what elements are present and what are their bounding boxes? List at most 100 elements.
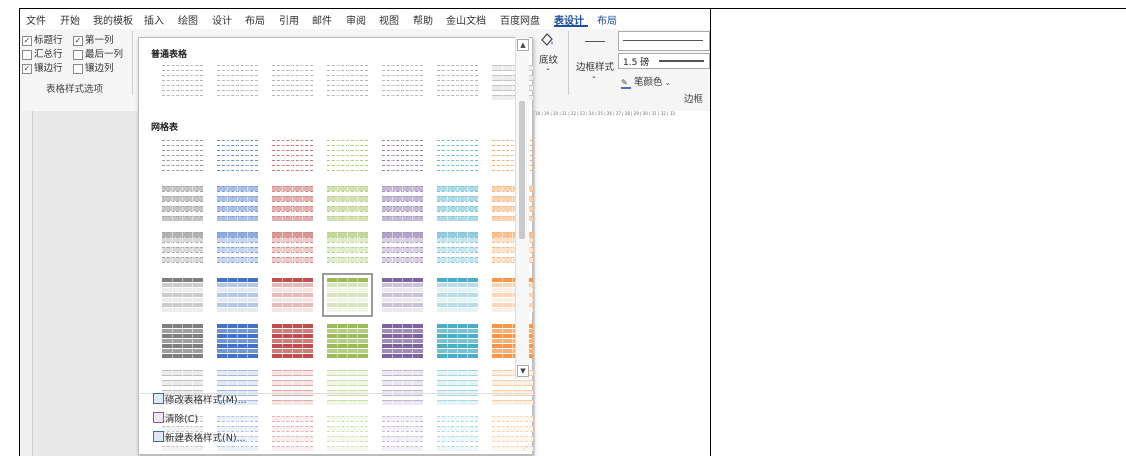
tab-view[interactable]: 视图 [379, 12, 399, 27]
thumb-col-divider [412, 140, 413, 174]
checkbox-checked-icon[interactable]: ✓ [22, 35, 32, 46]
line-style-picker[interactable] [618, 31, 710, 51]
new-table-style-menu-item[interactable]: 新建表格样式(N)... [165, 430, 246, 444]
grid-table-style[interactable] [325, 138, 370, 176]
grid-table-style[interactable] [160, 184, 205, 222]
tab-mailings[interactable]: 邮件 [312, 12, 332, 27]
scroll-up-icon[interactable]: ▲ [517, 39, 529, 51]
grid-table-style[interactable] [435, 368, 480, 406]
scroll-down-icon[interactable]: ▼ [517, 365, 529, 377]
grid-table-style[interactable] [270, 184, 315, 222]
thumb-col-divider [192, 232, 193, 266]
checkbox-unchecked-icon[interactable] [73, 63, 83, 74]
grid-table-style[interactable] [160, 230, 205, 268]
pen-color-button[interactable]: ✎ 笔颜色 ⌄ [621, 74, 671, 89]
modify-table-style-menu-item[interactable]: 修改表格样式(M)... [165, 392, 247, 406]
tab-table-layout[interactable]: 布局 [597, 12, 617, 27]
grid-table-style[interactable] [325, 184, 370, 222]
grid-table-style[interactable] [160, 276, 205, 314]
checkbox-checked-icon[interactable]: ✓ [73, 35, 83, 46]
first-column-option[interactable]: ✓ 第一列 [73, 32, 114, 46]
grid-table-style[interactable] [270, 276, 315, 314]
banded-columns-option[interactable]: 镶边列 [73, 60, 114, 74]
gallery-scrollbar[interactable]: ▲ ▼ [515, 37, 529, 379]
grid-table-style[interactable] [160, 322, 205, 360]
grid-table-style[interactable] [270, 322, 315, 360]
tab-references[interactable]: 引用 [279, 12, 299, 27]
last-column-option[interactable]: 最后一列 [73, 46, 123, 60]
grid-table-style[interactable] [325, 322, 370, 360]
plain-table-style[interactable] [270, 63, 315, 101]
tab-help[interactable]: 帮助 [413, 12, 433, 27]
thumb-col-divider [357, 232, 358, 266]
clear-menu-item[interactable]: 清除(C) [165, 411, 198, 425]
thumb-col-divider [402, 65, 403, 99]
grid-table-style[interactable] [322, 273, 373, 317]
thumb-col-divider [282, 65, 283, 99]
grid-table-style[interactable] [215, 138, 260, 176]
plain-table-style[interactable] [160, 63, 205, 101]
document-page[interactable] [535, 119, 710, 456]
checkbox-unchecked-icon[interactable] [73, 49, 83, 60]
plain-table-style[interactable] [435, 63, 480, 101]
grid-table-style[interactable] [380, 184, 425, 222]
grid-table-style[interactable] [325, 230, 370, 268]
tab-kingsoft-docs[interactable]: 金山文档 [446, 12, 486, 27]
banded-rows-option[interactable]: ✓ 镶边行 [22, 60, 63, 74]
tab-home[interactable]: 开始 [60, 12, 80, 27]
total-row-option[interactable]: 汇总行 [22, 46, 63, 60]
grid-table-style[interactable] [380, 368, 425, 406]
tab-draw[interactable]: 绘图 [178, 12, 198, 27]
thumb-col-divider [337, 370, 338, 404]
tab-layout[interactable]: 布局 [245, 12, 265, 27]
border-styles-dropdown-icon[interactable]: ⌄ [591, 72, 597, 80]
grid-table-style[interactable] [270, 138, 315, 176]
tab-file[interactable]: 文件 [26, 12, 46, 27]
grid-table-style[interactable] [435, 138, 480, 176]
grid-table-style[interactable] [380, 230, 425, 268]
grid-table-style[interactable] [215, 184, 260, 222]
grid-table-style[interactable] [435, 184, 480, 222]
grid-table-style[interactable] [270, 230, 315, 268]
grid-table-style[interactable] [380, 138, 425, 176]
plain-table-style[interactable] [380, 63, 425, 101]
plain-table-style[interactable] [325, 63, 370, 101]
grid-table-style[interactable] [215, 276, 260, 314]
grid-table-style[interactable] [435, 414, 480, 452]
thumb-col-divider [247, 65, 248, 99]
checkbox-unchecked-icon[interactable] [22, 49, 32, 60]
grid-table-style[interactable] [215, 322, 260, 360]
tab-baidu-netdisk[interactable]: 百度网盘 [500, 12, 540, 27]
grid-table-style[interactable] [435, 322, 480, 360]
scroll-thumb[interactable] [519, 101, 525, 239]
checkbox-checked-icon[interactable]: ✓ [22, 63, 32, 74]
header-row-option[interactable]: ✓ 标题行 [22, 32, 63, 46]
border-styles-button[interactable]: 边框样式 [576, 59, 614, 73]
grid-table-style[interactable] [380, 414, 425, 452]
grid-table-style[interactable] [270, 414, 315, 452]
thumb-col-divider [457, 232, 458, 266]
resize-grip-icon[interactable]: ⋰ [523, 443, 530, 451]
grid-table-style[interactable] [325, 414, 370, 452]
plain-table-style[interactable] [215, 63, 260, 101]
grid-table-style[interactable] [435, 276, 480, 314]
tab-design[interactable]: 设计 [212, 12, 232, 27]
tab-my-templates[interactable]: 我的模板 [93, 12, 133, 27]
grid-table-style[interactable] [380, 322, 425, 360]
grid-table-style[interactable] [160, 138, 205, 176]
tab-review[interactable]: 审阅 [346, 12, 366, 27]
paint-bucket-icon[interactable] [538, 30, 556, 48]
grid-table-style[interactable] [325, 368, 370, 406]
tab-insert[interactable]: 插入 [144, 12, 164, 27]
shading-dropdown-icon[interactable]: ⌄ [545, 64, 551, 72]
thumb-col-divider [467, 232, 468, 266]
thumb-col-divider [347, 186, 348, 220]
grid-table-style[interactable] [435, 230, 480, 268]
grid-table-style[interactable] [380, 276, 425, 314]
grid-table-style[interactable] [215, 230, 260, 268]
line-weight-picker[interactable]: 1.5 磅 [618, 53, 710, 69]
thumb-col-divider [237, 232, 238, 266]
thumb-col-divider [172, 186, 173, 220]
grid-table-style[interactable] [270, 368, 315, 406]
thumb-col-divider [182, 324, 183, 358]
